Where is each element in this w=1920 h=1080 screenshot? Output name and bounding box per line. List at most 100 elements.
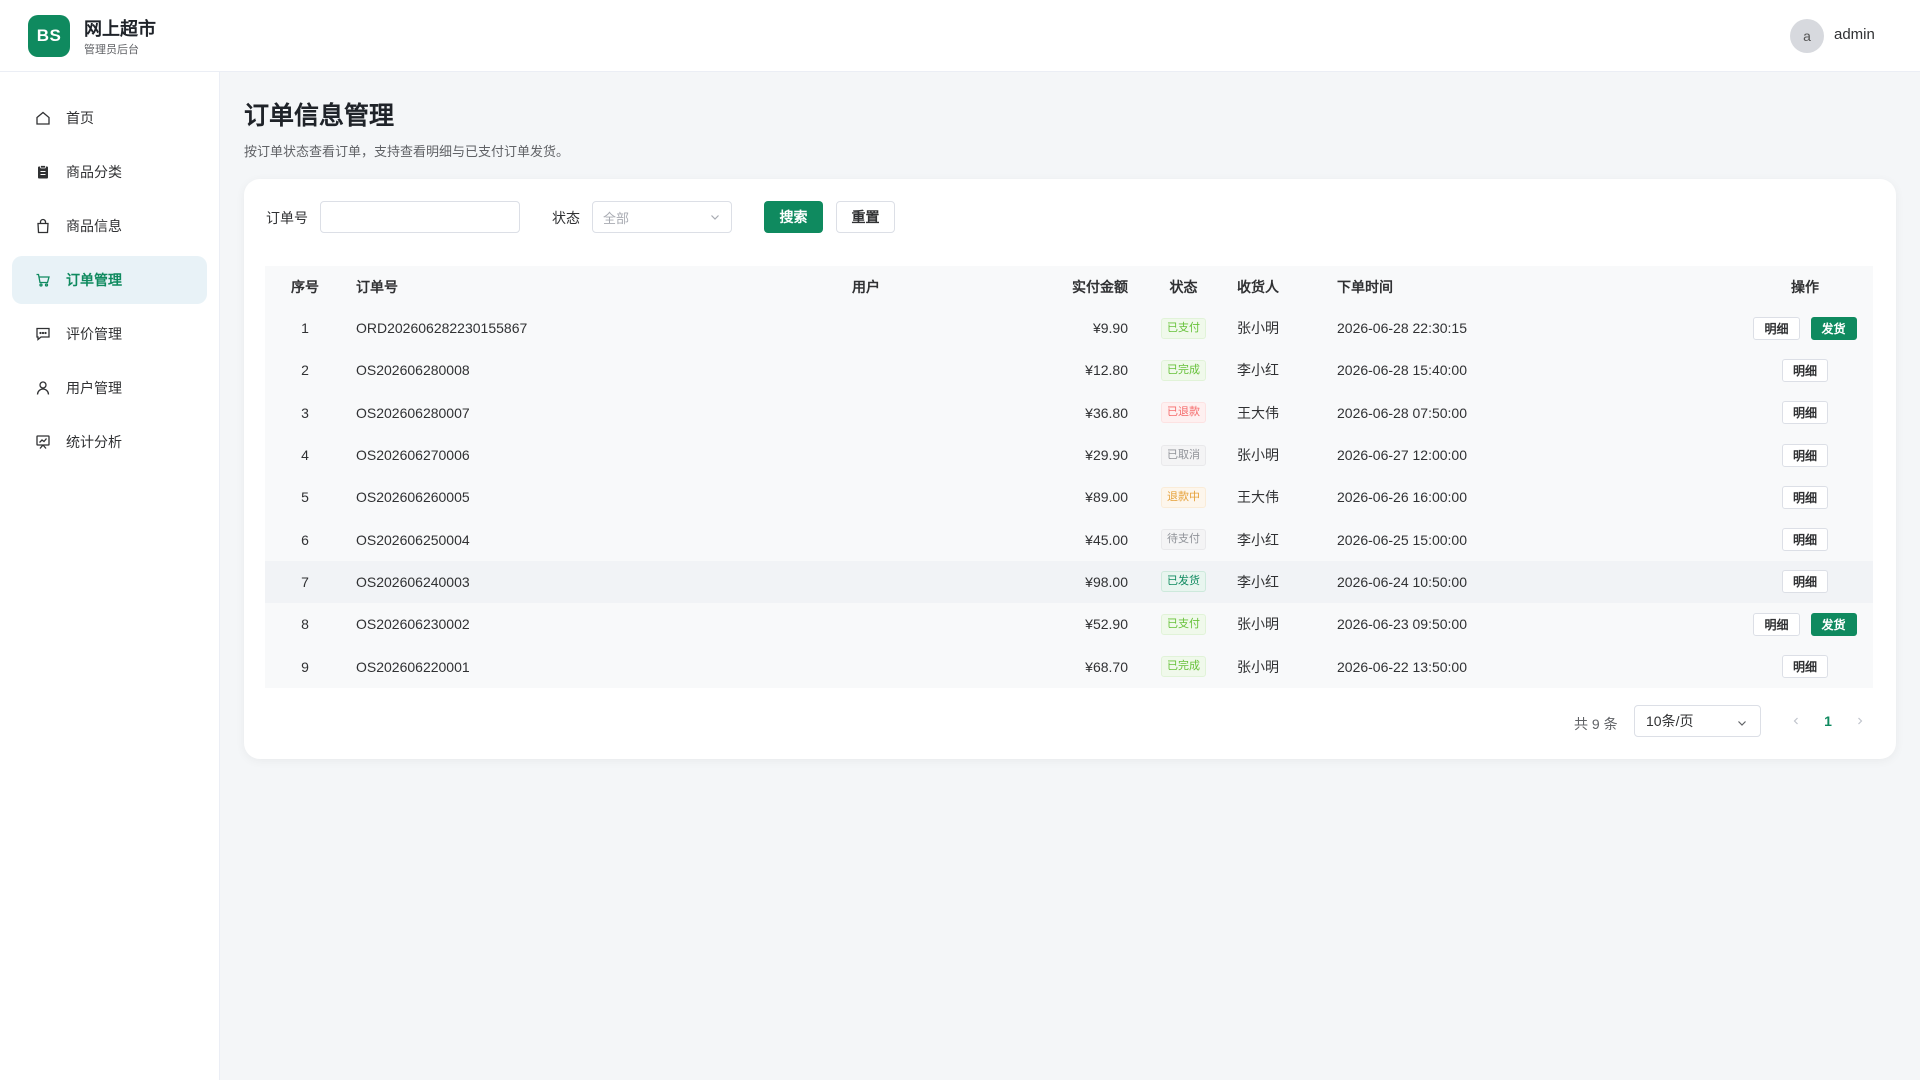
prev-page-button[interactable]: [1786, 709, 1806, 733]
row-index: 8: [301, 616, 309, 633]
table-row: 1 ORD202606282230155867 ¥9.90 已支付 张小明 2026-06…: [265, 307, 1873, 350]
detail-button[interactable]: 明细: [1781, 358, 1828, 382]
order-amount: ¥29.90: [1085, 447, 1128, 464]
orders-card: 订单号 状态 全部 搜索 重置 序号 订单号 用户 实付金额 状态 收货人 下单…: [244, 179, 1896, 759]
row-actions: 明细 发货: [1737, 316, 1873, 340]
page-size-select[interactable]: 10条/页: [1634, 705, 1761, 737]
column-header: 收货人: [1237, 278, 1279, 295]
order-amount: ¥9.90: [1092, 320, 1128, 337]
detail-button[interactable]: 明细: [1753, 316, 1800, 340]
status-cell: 退款中: [1130, 486, 1237, 508]
order-time: 2026-06-26 16:00:00: [1337, 489, 1467, 506]
page-size-value: 10条/页: [1646, 713, 1694, 729]
sidebar-item-reviews[interactable]: 评价管理: [12, 310, 207, 358]
row-actions: 明细 发货: [1737, 612, 1873, 636]
detail-button[interactable]: 明细: [1753, 612, 1800, 636]
receiver-name: 王大伟: [1237, 489, 1279, 506]
row-index: 3: [301, 404, 309, 421]
row-index: 1: [301, 320, 309, 337]
detail-button[interactable]: 明细: [1781, 570, 1828, 594]
column-header: 序号: [291, 278, 319, 295]
order-time: 2026-06-22 13:50:00: [1337, 658, 1467, 675]
order-amount: ¥45.00: [1085, 531, 1128, 548]
sidebar-item-category[interactable]: 商品分类: [12, 148, 207, 196]
status-badge: 已支付: [1161, 613, 1206, 635]
sidebar-item-home[interactable]: 首页: [12, 94, 207, 142]
page-title: 订单信息管理: [244, 102, 395, 130]
order-number: OS202606250004: [356, 531, 470, 548]
order-time: 2026-06-28 07:50:00: [1337, 404, 1467, 421]
page-number-current[interactable]: 1: [1818, 709, 1838, 733]
status-cell: 已支付: [1130, 317, 1237, 339]
sidebar-item-users[interactable]: 用户管理: [12, 364, 207, 412]
receiver-name: 李小红: [1237, 362, 1279, 379]
detail-button[interactable]: 明细: [1781, 528, 1828, 552]
row-index: 5: [301, 489, 309, 506]
order-number: OS202606230002: [356, 616, 470, 633]
status-cell: 已完成: [1130, 359, 1237, 381]
reset-button[interactable]: 重置: [836, 201, 895, 233]
status-cell: 待支付: [1130, 529, 1237, 551]
order-amount: ¥36.80: [1085, 404, 1128, 421]
total-count: 共 9 条: [1574, 716, 1618, 732]
cart-icon: [34, 271, 52, 289]
sidebar-item-orders[interactable]: 订单管理: [12, 256, 207, 304]
status-cell: 已退款: [1130, 402, 1237, 424]
page-description: 按订单状态查看订单，支持查看明细与已支付订单发货。: [244, 144, 570, 159]
sidebar-item-label: 商品信息: [66, 218, 122, 234]
table-row: 2 OS202606280008 ¥12.80 已完成 李小红 2026-06-28 15…: [265, 349, 1873, 392]
sidebar-item-label: 首页: [66, 110, 94, 126]
order-amount: ¥68.70: [1085, 658, 1128, 675]
table-row: 6 OS202606250004 ¥45.00 待支付 李小红 2026-06-25 15…: [265, 518, 1873, 561]
table-header: 序号 订单号 用户 实付金额 状态 收货人 下单时间 操作: [265, 266, 1873, 307]
row-actions: 明细: [1737, 485, 1873, 509]
status-cell: 已取消: [1130, 444, 1237, 466]
user-name[interactable]: admin: [1834, 26, 1875, 43]
receiver-name: 张小明: [1237, 447, 1279, 464]
next-page-button[interactable]: [1850, 709, 1870, 733]
status-badge: 已支付: [1161, 317, 1206, 339]
order-number: OS202606270006: [356, 447, 470, 464]
order-time: 2026-06-25 15:00:00: [1337, 531, 1467, 548]
user-avatar[interactable]: a: [1790, 19, 1824, 53]
sidebar-item-label: 用户管理: [66, 380, 122, 396]
status-badge: 已退款: [1161, 402, 1206, 424]
row-index: 2: [301, 362, 309, 379]
order-number: OS202606280008: [356, 362, 470, 379]
row-index: 7: [301, 573, 309, 590]
column-header: 订单号: [356, 278, 398, 295]
bag-icon: [34, 217, 52, 235]
sidebar-item-label: 订单管理: [66, 272, 122, 288]
ship-button[interactable]: 发货: [1810, 316, 1857, 340]
detail-button[interactable]: 明细: [1781, 485, 1828, 509]
order-amount: ¥12.80: [1085, 362, 1128, 379]
sidebar-item-products[interactable]: 商品信息: [12, 202, 207, 250]
order-no-label: 订单号: [266, 210, 308, 226]
detail-button[interactable]: 明细: [1781, 401, 1828, 425]
order-amount: ¥52.90: [1085, 616, 1128, 633]
brand-title: 网上超市: [84, 19, 156, 39]
row-actions: 明细: [1737, 570, 1873, 594]
order-amount: ¥98.00: [1085, 573, 1128, 590]
order-no-input[interactable]: [320, 201, 520, 233]
status-cell: 已支付: [1130, 613, 1237, 635]
detail-button[interactable]: 明细: [1781, 655, 1828, 679]
receiver-name: 李小红: [1237, 531, 1279, 548]
comment-icon: [34, 325, 52, 343]
app-logo: BS: [28, 15, 70, 57]
search-button[interactable]: 搜索: [764, 201, 823, 233]
detail-button[interactable]: 明细: [1781, 443, 1828, 467]
status-cell: 已发货: [1130, 571, 1237, 593]
table-body: 1 ORD202606282230155867 ¥9.90 已支付 张小明 2026-06…: [265, 307, 1873, 688]
table-row: 8 OS202606230002 ¥52.90 已支付 张小明 2026-06-23 09…: [265, 603, 1873, 646]
table-row: 4 OS202606270006 ¥29.90 已取消 张小明 2026-06-27 12…: [265, 433, 1873, 477]
status-select[interactable]: 全部: [592, 201, 732, 233]
sidebar-item-statistics[interactable]: 统计分析: [12, 418, 207, 466]
row-index: 9: [301, 658, 309, 675]
status-label: 状态: [552, 210, 580, 226]
ship-button[interactable]: 发货: [1810, 612, 1857, 636]
sidebar-item-label: 评价管理: [66, 326, 122, 342]
user-icon: [34, 379, 52, 397]
sidebar-item-label: 统计分析: [66, 434, 122, 450]
status-badge: 已取消: [1161, 444, 1206, 466]
